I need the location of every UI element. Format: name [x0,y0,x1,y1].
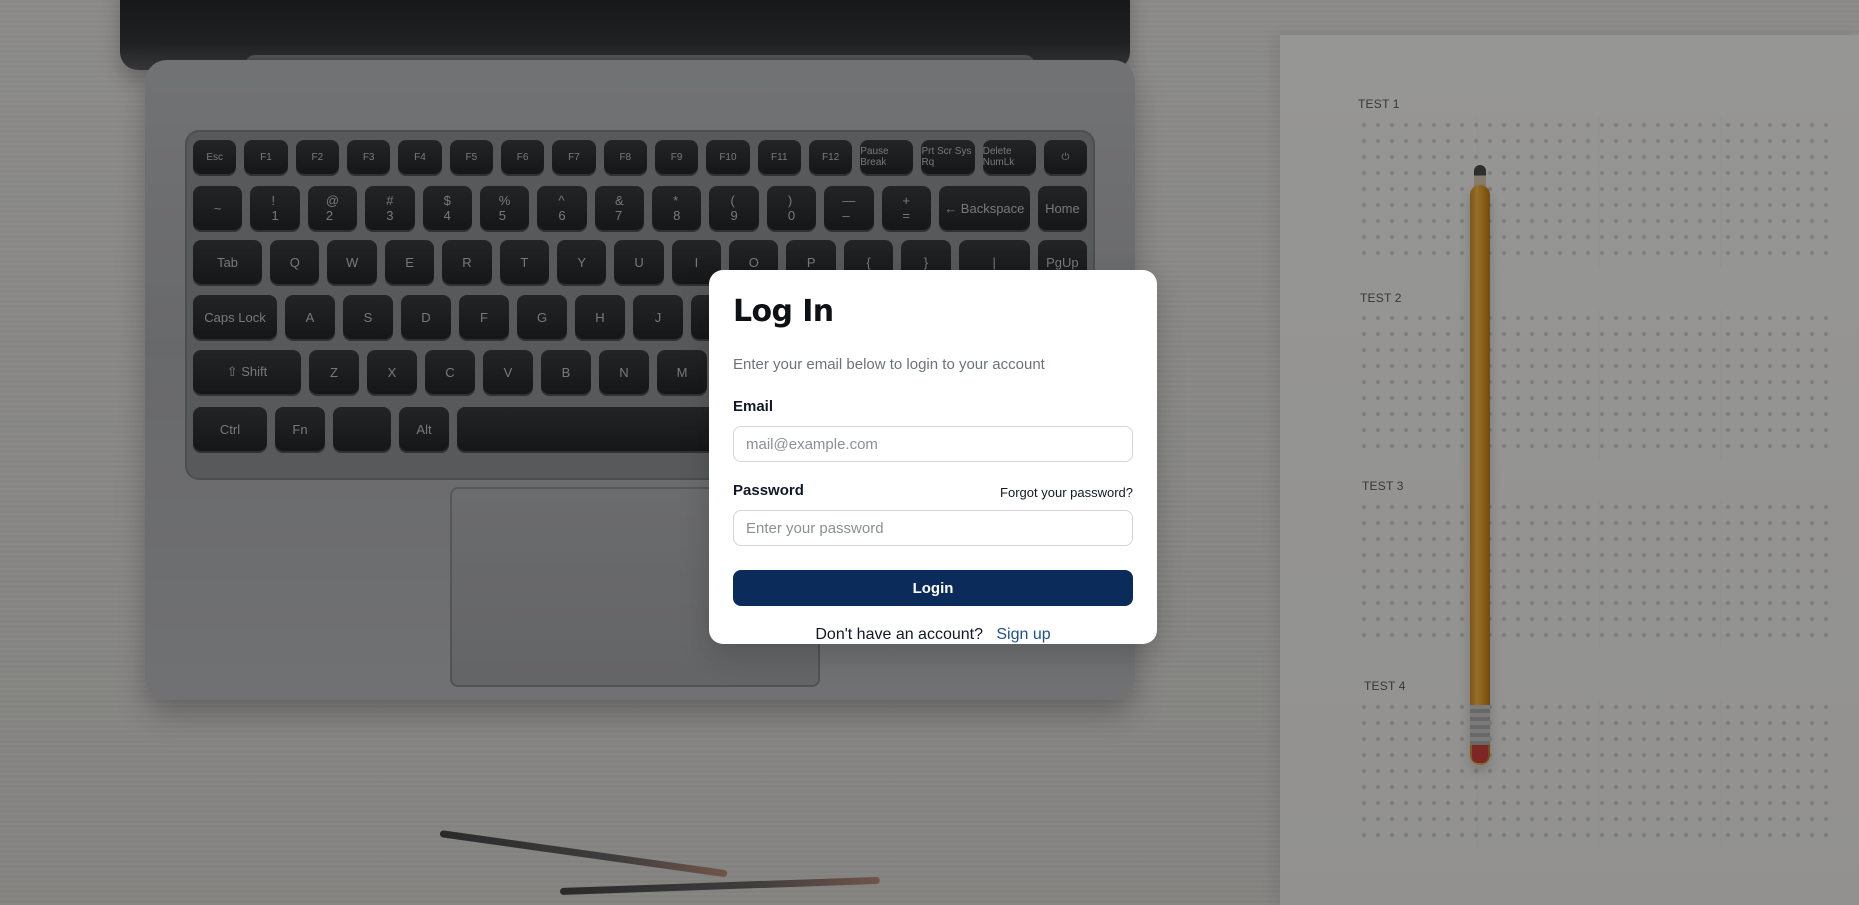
signup-link[interactable]: Sign up [996,626,1050,643]
signup-prompt: Don't have an account? Sign up [733,626,1133,644]
login-card-content: Log In Enter your email below to login t… [733,294,1133,643]
login-card: Log In Enter your email below to login t… [709,270,1157,644]
signup-prompt-text: Don't have an account? [815,626,983,643]
email-label: Email [733,398,774,415]
page-title: Log In [733,294,834,329]
page-subtitle: Enter your email below to login to your … [733,356,1045,373]
signup-prompt-spacer [987,626,991,643]
password-input[interactable] [733,510,1133,546]
login-button[interactable]: Login [733,570,1133,606]
password-label: Password [733,482,804,499]
email-input[interactable] [733,426,1133,462]
forgot-password-link[interactable]: Forgot your password? [1000,485,1133,500]
